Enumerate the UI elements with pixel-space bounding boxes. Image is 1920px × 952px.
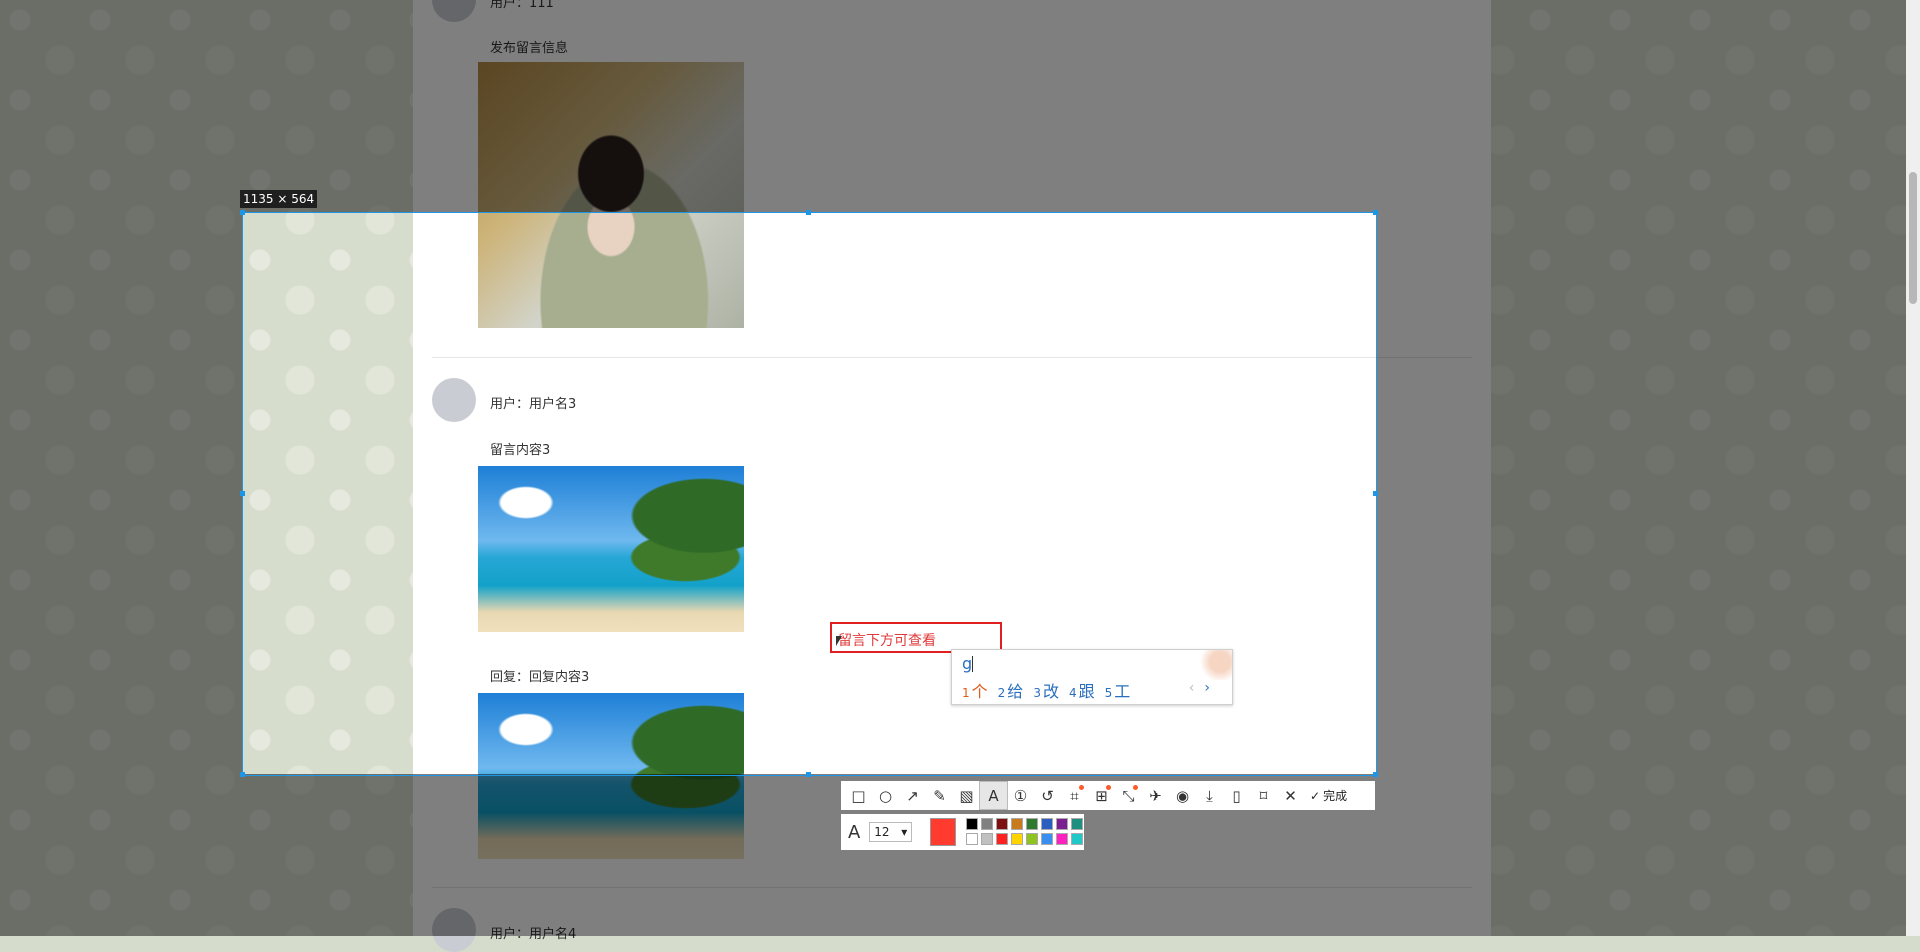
close-icon: ✕	[1284, 786, 1297, 805]
phone-tool[interactable]: ▯	[1223, 782, 1250, 809]
color-swatch[interactable]	[981, 833, 993, 845]
new-badge	[1106, 785, 1111, 790]
mouse-cursor-icon	[836, 636, 842, 646]
color-swatch[interactable]	[1041, 833, 1053, 845]
color-swatch[interactable]	[1011, 818, 1023, 830]
ime-candidate[interactable]: 5工	[1105, 678, 1131, 702]
done-button[interactable]: ✓ 完成	[1310, 787, 1347, 804]
download-icon: ⤓	[1206, 786, 1213, 805]
close-tool[interactable]: ✕	[1277, 782, 1304, 809]
ime-page-nav: ‹ ›	[1189, 680, 1210, 696]
color-swatch[interactable]	[1056, 833, 1068, 845]
font-size-value: 12	[874, 825, 890, 839]
text-options-bar: A 12 ▾	[841, 814, 1084, 850]
ime-next-icon[interactable]: ›	[1204, 680, 1210, 696]
resize-handle[interactable]	[1373, 772, 1378, 777]
color-swatch[interactable]	[1011, 833, 1023, 845]
resize-handle[interactable]	[1373, 210, 1378, 215]
pen-tool[interactable]: ✎	[926, 782, 953, 809]
number-tool[interactable]: ①	[1007, 782, 1034, 809]
number-icon: ①	[1013, 786, 1028, 805]
ime-candidate[interactable]: 4跟	[1069, 678, 1095, 702]
color-swatch[interactable]	[996, 833, 1008, 845]
arrow-icon: ↗	[906, 786, 919, 805]
save-icon: ⌑	[1259, 786, 1268, 805]
ime-candidate[interactable]: 2给	[998, 678, 1024, 702]
text-annotation: 留言下方可查看	[838, 633, 936, 649]
color-swatch[interactable]	[966, 818, 978, 830]
ime-candidate[interactable]: 1个	[962, 678, 988, 702]
ocr-icon: ⌗	[1070, 786, 1079, 805]
new-badge	[1133, 785, 1138, 790]
color-swatch[interactable]	[981, 818, 993, 830]
ime-prev-icon[interactable]: ‹	[1189, 680, 1195, 696]
download-tool[interactable]: ⤓	[1196, 782, 1223, 809]
undo-tool[interactable]: ↺	[1034, 782, 1061, 809]
current-color-swatch[interactable]	[930, 818, 956, 846]
record-tool[interactable]: ◉	[1169, 782, 1196, 809]
color-palette	[966, 818, 1084, 846]
scroll-capture-tool[interactable]: ⤡	[1115, 782, 1142, 809]
ime-composition: g	[962, 654, 973, 673]
color-swatch[interactable]	[1071, 833, 1083, 845]
text-tool[interactable]: A	[979, 781, 1008, 810]
font-size-select[interactable]: 12 ▾	[869, 822, 913, 842]
resize-handle[interactable]	[806, 210, 811, 215]
new-badge	[1079, 785, 1084, 790]
ime-candidate-window: g 1个 2给 3改 4跟 5工 ‹ ›	[951, 649, 1233, 705]
pin-tool[interactable]: ✈	[1142, 782, 1169, 809]
check-icon: ✓	[1310, 788, 1321, 803]
color-swatch[interactable]	[1071, 818, 1083, 830]
color-swatch[interactable]	[1056, 818, 1068, 830]
color-swatch[interactable]	[1026, 818, 1038, 830]
pin-icon: ✈	[1149, 786, 1162, 805]
rectangle-tool[interactable]: □	[845, 782, 872, 809]
ime-candidate[interactable]: 3改	[1033, 678, 1059, 702]
rectangle-icon: □	[851, 786, 866, 805]
phone-icon: ▯	[1232, 786, 1241, 805]
save-tool[interactable]: ⌑	[1250, 782, 1277, 809]
capture-toolbar: □ ○ ↗ ✎ ▧ A ① ↺ ⌗ ⊞ ⤡ ✈ ◉ ⤓ ▯ ⌑ ✕ ✓ 完成	[841, 781, 1375, 810]
mosaic-icon: ▧	[959, 786, 974, 805]
color-swatch[interactable]	[1041, 818, 1053, 830]
pen-icon: ✎	[933, 786, 946, 805]
resize-handle[interactable]	[240, 772, 245, 777]
ellipse-icon: ○	[878, 786, 893, 805]
dim-overlay	[0, 212, 242, 774]
ime-caret	[972, 656, 973, 672]
scrollbar-track[interactable]	[1906, 0, 1920, 936]
ime-candidate-list: 1个 2给 3改 4跟 5工	[962, 678, 1130, 702]
resize-handle[interactable]	[1373, 491, 1378, 496]
mosaic-tool[interactable]: ▧	[953, 782, 980, 809]
dim-overlay	[0, 0, 1920, 212]
scrollbar-thumb[interactable]	[1909, 172, 1917, 304]
color-swatch[interactable]	[996, 818, 1008, 830]
color-swatch[interactable]	[966, 833, 978, 845]
text-icon: A	[988, 786, 999, 805]
chevron-down-icon: ▾	[901, 825, 908, 839]
resize-handle[interactable]	[240, 210, 245, 215]
record-icon: ◉	[1175, 786, 1190, 805]
undo-icon: ↺	[1041, 786, 1054, 805]
done-label: 完成	[1323, 789, 1348, 803]
ime-decoration	[1192, 650, 1232, 680]
resize-handle[interactable]	[806, 772, 811, 777]
ocr-tool[interactable]: ⌗	[1061, 782, 1088, 809]
arrow-tool[interactable]: ↗	[899, 782, 926, 809]
translate-tool[interactable]: ⊞	[1088, 782, 1115, 809]
resize-handle[interactable]	[240, 491, 245, 496]
selection-size-label: 1135 × 564	[240, 190, 318, 208]
color-swatch[interactable]	[1026, 833, 1038, 845]
ellipse-tool[interactable]: ○	[872, 782, 899, 809]
dim-overlay	[1376, 212, 1920, 774]
font-icon: A	[847, 821, 861, 843]
